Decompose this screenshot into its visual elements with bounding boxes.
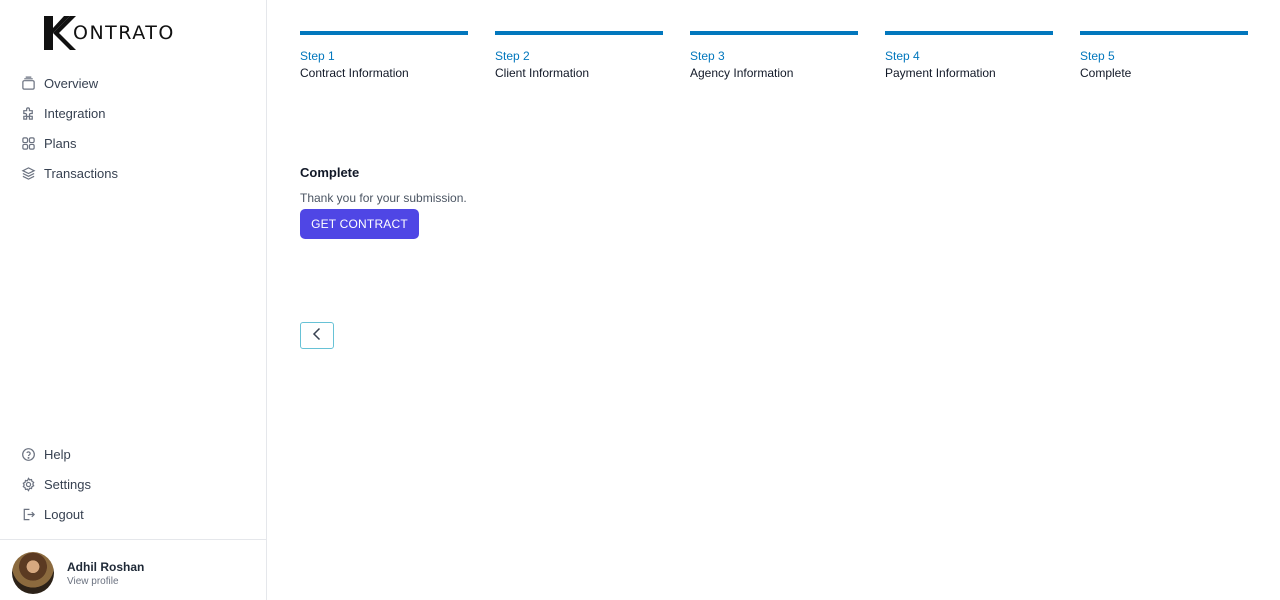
step-number: Step 5 — [1080, 49, 1115, 63]
overview-icon — [20, 75, 36, 91]
sidebar-item-label: Plans — [44, 135, 77, 151]
step-title: Contract Information — [300, 66, 409, 80]
sidebar-item-settings[interactable]: Settings — [20, 469, 250, 499]
step-title: Complete — [1080, 66, 1132, 80]
step-title: Payment Information — [885, 66, 996, 80]
confirmation-message: Thank you for your submission. — [300, 191, 467, 205]
sidebar-item-integration[interactable]: Integration — [20, 98, 250, 128]
step-number: Step 3 — [690, 49, 725, 63]
sidebar-item-transactions[interactable]: Transactions — [20, 158, 250, 188]
sidebar-item-label: Overview — [44, 75, 99, 91]
profile-text: Adhil Roshan View profile — [67, 560, 144, 587]
sidebar-item-label: Integration — [44, 105, 106, 121]
avatar[interactable] — [12, 552, 54, 594]
chevron-left-icon — [311, 327, 323, 344]
step-5: Step 5 Complete — [1080, 31, 1248, 81]
step-1: Step 1 Contract Information — [300, 31, 468, 81]
user-profile[interactable]: Adhil Roshan View profile — [12, 552, 144, 594]
profile-name: Adhil Roshan — [67, 559, 145, 574]
main-content: Step 1 Contract Information Step 2 Clien… — [267, 0, 1280, 600]
secondary-nav: Help Settings Logout — [20, 439, 250, 529]
logout-icon — [20, 506, 36, 522]
grid-icon — [20, 135, 36, 151]
puzzle-icon — [20, 105, 36, 121]
step-4: Step 4 Payment Information — [885, 31, 1053, 81]
step-number: Step 2 — [495, 49, 530, 63]
main-nav: Overview Integration Plans Transactions — [20, 68, 250, 188]
gear-icon — [20, 476, 36, 492]
sidebar-item-label: Settings — [44, 476, 91, 492]
step-2: Step 2 Client Information — [495, 31, 663, 81]
sidebar-item-label: Transactions — [44, 165, 118, 181]
section-title: Complete — [300, 165, 360, 180]
sidebar-item-label: Help — [44, 446, 71, 462]
sidebar-item-help[interactable]: Help — [20, 439, 250, 469]
layers-icon — [20, 165, 36, 181]
logo-k-mark — [44, 16, 76, 50]
step-title: Agency Information — [690, 66, 794, 80]
sidebar-item-plans[interactable]: Plans — [20, 128, 250, 158]
sidebar-item-label: Logout — [44, 506, 84, 522]
sidebar: ONTRATO Overview Integration Plans Trans… — [0, 0, 267, 600]
step-number: Step 4 — [885, 49, 920, 63]
profile-divider — [0, 539, 266, 540]
logo-text: ONTRATO — [73, 22, 175, 44]
step-number: Step 1 — [300, 49, 335, 63]
sidebar-item-logout[interactable]: Logout — [20, 499, 250, 529]
get-contract-button[interactable]: GET CONTRACT — [300, 209, 419, 239]
step-3: Step 3 Agency Information — [690, 31, 858, 81]
sidebar-item-overview[interactable]: Overview — [20, 68, 250, 98]
help-icon — [20, 446, 36, 462]
back-button[interactable] — [300, 322, 334, 349]
stepper: Step 1 Contract Information Step 2 Clien… — [300, 31, 1248, 81]
step-title: Client Information — [495, 66, 590, 80]
view-profile-link[interactable]: View profile — [67, 576, 144, 587]
brand-logo[interactable]: ONTRATO — [44, 16, 175, 50]
